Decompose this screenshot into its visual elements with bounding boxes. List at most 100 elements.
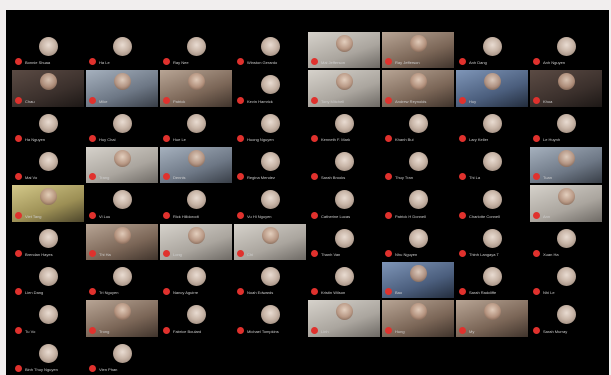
- participant-tile[interactable]: Tuan: [530, 146, 602, 184]
- participant-tile[interactable]: Bonnie Shuaa: [12, 32, 84, 69]
- participant-tile[interactable]: Huong Nguyen: [234, 108, 306, 145]
- muted-microphone-icon: [459, 211, 466, 219]
- participant-name: Binh Thuy Nguyen: [25, 366, 58, 372]
- participant-tile[interactable]: My: [456, 300, 528, 337]
- muted-microphone-icon: [533, 326, 540, 334]
- participant-tile[interactable]: Brendan Hayes: [12, 223, 84, 260]
- participant-tile[interactable]: Long: [160, 223, 232, 260]
- participant-tile[interactable]: Ray Jefferson: [382, 32, 454, 69]
- participant-tile[interactable]: Nancy Aguirre: [160, 261, 232, 299]
- participant-tile[interactable]: Thinh Langaya T: [456, 223, 528, 260]
- participant-tile[interactable]: Thi Ha: [86, 223, 158, 260]
- participant-tile[interactable]: Khoa: [530, 70, 602, 107]
- participant-tile[interactable]: Thi La: [456, 146, 528, 184]
- participant-name: Ha Nguyen: [25, 136, 46, 142]
- participant-tile[interactable]: Bao: [382, 261, 454, 299]
- participant-tile[interactable]: Kenneth F. Mark: [308, 108, 380, 145]
- muted-microphone-icon: [311, 96, 318, 104]
- participant-tile[interactable]: Chau: [12, 70, 84, 107]
- participant-tile[interactable]: Anh Nguyen: [530, 32, 602, 69]
- participant-tile[interactable]: Tony Mitchell: [308, 70, 380, 107]
- participant-video: [558, 188, 575, 206]
- participant-tile[interactable]: Ha Le: [86, 32, 158, 69]
- participant-tile[interactable]: Fabrice Boulard: [160, 300, 232, 337]
- participant-avatar: [335, 228, 354, 248]
- participant-name: Dennis: [173, 175, 186, 181]
- participant-tile[interactable]: Sarah Brooks: [308, 146, 380, 184]
- participant-avatar: [39, 266, 58, 286]
- participant-tile[interactable]: Hung: [382, 300, 454, 337]
- muted-microphone-icon: [385, 288, 392, 296]
- participant-tile[interactable]: Ann: [530, 185, 602, 222]
- participant-tile[interactable]: Xuan Ha: [530, 223, 602, 260]
- participant-tile[interactable]: Ray Nee: [160, 32, 232, 69]
- participant-tile[interactable]: Lien Dang: [12, 261, 84, 299]
- participant-tile[interactable]: Michael Tompkins: [234, 300, 306, 337]
- participant-tile[interactable]: Catherine Lucas: [308, 185, 380, 222]
- muted-microphone-icon: [237, 58, 244, 66]
- participant-tile[interactable]: Kevin Hamrick: [234, 70, 306, 107]
- participant-tile[interactable]: Mai Jefferson: [308, 32, 380, 69]
- participant-tile[interactable]: Viet Tang: [12, 185, 84, 222]
- muted-microphone-icon: [385, 326, 392, 334]
- participant-tile[interactable]: Le Huynh: [530, 108, 602, 145]
- muted-microphone-icon: [459, 326, 466, 334]
- participant-tile[interactable]: Patrick: [160, 70, 232, 107]
- participant-avatar: [39, 151, 58, 171]
- participant-tile[interactable]: Linh: [308, 300, 380, 337]
- participant-tile[interactable]: Lary Keller: [456, 108, 528, 145]
- participant-tile[interactable]: Nhu Nguyen: [382, 223, 454, 260]
- participant-tile[interactable]: Vien Phan: [86, 338, 158, 375]
- participant-tile[interactable]: Ha Nguyen: [12, 108, 84, 145]
- participant-tile[interactable]: Nhi Le: [530, 261, 602, 299]
- participant-tile[interactable]: Thuy Tran: [382, 146, 454, 184]
- participant-video: [336, 35, 353, 52]
- muted-microphone-icon: [533, 96, 540, 104]
- participant-tile[interactable]: Dennis: [160, 146, 232, 184]
- participant-name: Thi La: [469, 175, 481, 181]
- participant-tile[interactable]: Charlotte Connell: [456, 185, 528, 222]
- muted-microphone-icon: [15, 134, 22, 142]
- participant-name: Le Huynh: [543, 136, 561, 142]
- muted-microphone-icon: [237, 326, 244, 334]
- participant-avatar: [483, 151, 502, 171]
- participant-avatar: [335, 151, 354, 171]
- participant-tile[interactable]: Trong: [86, 300, 158, 337]
- participant-tile[interactable]: Tri Nguyen: [86, 261, 158, 299]
- participant-tile[interactable]: Rick Hilldorodt: [160, 185, 232, 222]
- muted-microphone-icon: [385, 173, 392, 181]
- participant-tile[interactable]: Tu Vo: [12, 300, 84, 337]
- muted-microphone-icon: [89, 288, 96, 296]
- participant-tile[interactable]: Trang: [86, 146, 158, 184]
- participant-tile[interactable]: Binh Thuy Nguyen: [12, 338, 84, 375]
- participant-tile[interactable]: Vi Luu: [86, 185, 158, 222]
- muted-microphone-icon: [459, 288, 466, 296]
- participant-tile[interactable]: Khanh Bui: [382, 108, 454, 145]
- participant-tile[interactable]: Andrew Reynolds: [382, 70, 454, 107]
- participant-tile[interactable]: Patrick H Donnell: [382, 185, 454, 222]
- participant-name: Anh Dang: [469, 60, 487, 66]
- participant-tile[interactable]: Anh Dang: [456, 32, 528, 69]
- participant-tile[interactable]: Winston Gerardo: [234, 32, 306, 69]
- participant-tile[interactable]: Vu Hi Nguyen: [234, 185, 306, 222]
- participant-tile[interactable]: Sarah Radcliffe: [456, 261, 528, 299]
- zoom-gallery-screen: Bonnie Shuaa Ha Le Ray Nee Winston Gerardo M…: [6, 10, 609, 375]
- participant-tile[interactable]: Huy Chai: [86, 108, 158, 145]
- muted-microphone-icon: [163, 173, 170, 181]
- participant-tile[interactable]: Mai Vo: [12, 146, 84, 184]
- participant-tile[interactable]: Hue Le: [160, 108, 232, 145]
- participant-tile[interactable]: Regina Mendez: [234, 146, 306, 184]
- participant-name: Mai Vo: [25, 175, 38, 181]
- participant-tile[interactable]: Noah Edwards: [234, 261, 306, 299]
- participant-name: Ann: [543, 213, 551, 219]
- participant-tile[interactable]: Chi: [234, 223, 306, 260]
- participant-tile[interactable]: Thanh Van: [308, 223, 380, 260]
- muted-microphone-icon: [459, 58, 466, 66]
- participant-name: Sarah Brooks: [321, 175, 346, 181]
- participant-tile[interactable]: Sarah Murray: [530, 300, 602, 337]
- participant-tile[interactable]: Huy: [456, 70, 528, 107]
- participant-tile[interactable]: Mike: [86, 70, 158, 107]
- participant-tile[interactable]: Kristin Wilson: [308, 261, 380, 299]
- participant-name: Trong: [99, 328, 110, 334]
- participant-avatar: [557, 37, 576, 56]
